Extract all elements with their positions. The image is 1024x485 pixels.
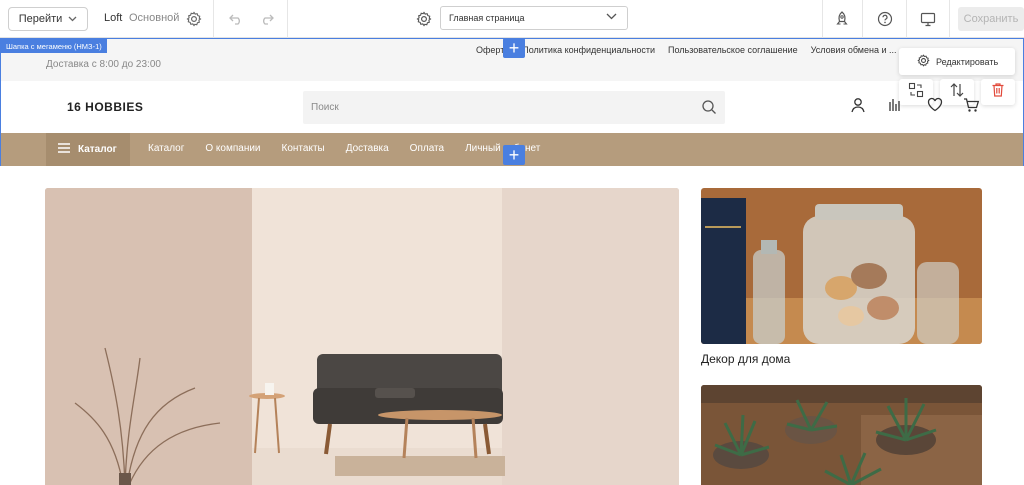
trash-icon <box>991 82 1005 103</box>
plus-icon: + <box>508 38 520 58</box>
header-section[interactable]: Шапка с мегаменю (НМЗ-1) Доставка с 8:00… <box>0 38 1024 166</box>
nav-item-catalog[interactable]: Каталог <box>148 143 184 154</box>
editor-toolbar: Перейти Loft Основной Главная страница С… <box>0 0 1024 38</box>
top-links: Оферта Политика конфиденциальности Польз… <box>476 45 897 55</box>
theme-name: Loft <box>104 12 123 24</box>
chevron-down-icon <box>606 12 617 22</box>
help-icon[interactable] <box>876 10 894 28</box>
undo-icon[interactable] <box>228 11 244 27</box>
theme-variant: Основной <box>129 12 180 24</box>
menu-icon <box>58 143 70 156</box>
category-card-image-2[interactable] <box>701 385 982 485</box>
page-settings-icon[interactable] <box>415 10 433 28</box>
rocket-icon[interactable] <box>833 10 851 28</box>
nav-item-about[interactable]: О компании <box>205 143 260 154</box>
gear-icon <box>917 54 930 69</box>
edit-block-button[interactable]: Редактировать <box>899 48 1015 75</box>
go-button-label: Перейти <box>18 13 63 25</box>
delete-block-button[interactable] <box>981 79 1015 105</box>
editor-root: Перейти Loft Основной Главная страница С… <box>0 0 1024 485</box>
swap-icon <box>908 82 924 103</box>
page-select-value: Главная страница <box>449 13 525 23</box>
compare-icon[interactable] <box>888 97 902 113</box>
top-link-agreement[interactable]: Пользовательское соглашение <box>668 45 798 55</box>
top-link-privacy[interactable]: Политика конфиденциальности <box>522 45 655 55</box>
heart-icon[interactable] <box>927 97 943 112</box>
chevron-down-icon <box>68 14 77 24</box>
save-button[interactable]: Сохранить <box>958 7 1024 31</box>
edit-block-label: Редактировать <box>936 56 999 67</box>
nav-item-delivery[interactable]: Доставка <box>346 143 389 154</box>
page-select[interactable]: Главная страница <box>440 6 628 30</box>
catalog-menu-button[interactable]: Каталог <box>46 133 130 166</box>
top-link-exchange[interactable]: Условия обмена и ... <box>811 45 897 55</box>
gear-icon[interactable] <box>185 10 203 28</box>
delivery-hours: Доставка с 8:00 до 23:00 <box>46 59 161 70</box>
site-logo[interactable]: 16 HOBBIES <box>67 100 143 114</box>
nav-item-contacts[interactable]: Контакты <box>282 143 325 154</box>
cart-icon[interactable] <box>963 97 980 113</box>
catalog-button-label: Каталог <box>78 144 117 155</box>
monitor-icon[interactable] <box>919 10 937 28</box>
add-block-below-button[interactable]: + <box>503 145 525 165</box>
nav-links: Каталог О компании Контакты Доставка Опл… <box>148 143 540 154</box>
user-icon[interactable] <box>850 97 866 113</box>
search-input[interactable]: Поиск <box>303 91 725 124</box>
nav-item-payment[interactable]: Оплата <box>410 143 444 154</box>
hero-banner-image[interactable] <box>45 188 679 485</box>
add-block-above-button[interactable]: + <box>503 38 525 58</box>
search-placeholder: Поиск <box>311 102 339 113</box>
category-card-title[interactable]: Декор для дома <box>701 352 790 366</box>
save-button-label: Сохранить <box>963 13 1019 25</box>
search-icon[interactable] <box>701 99 717 118</box>
go-button[interactable]: Перейти <box>8 7 88 31</box>
category-card-image[interactable] <box>701 188 982 344</box>
section-tag: Шапка с мегаменю (НМЗ-1) <box>1 39 107 53</box>
plus-icon: + <box>508 145 520 165</box>
redo-icon[interactable] <box>258 11 274 27</box>
